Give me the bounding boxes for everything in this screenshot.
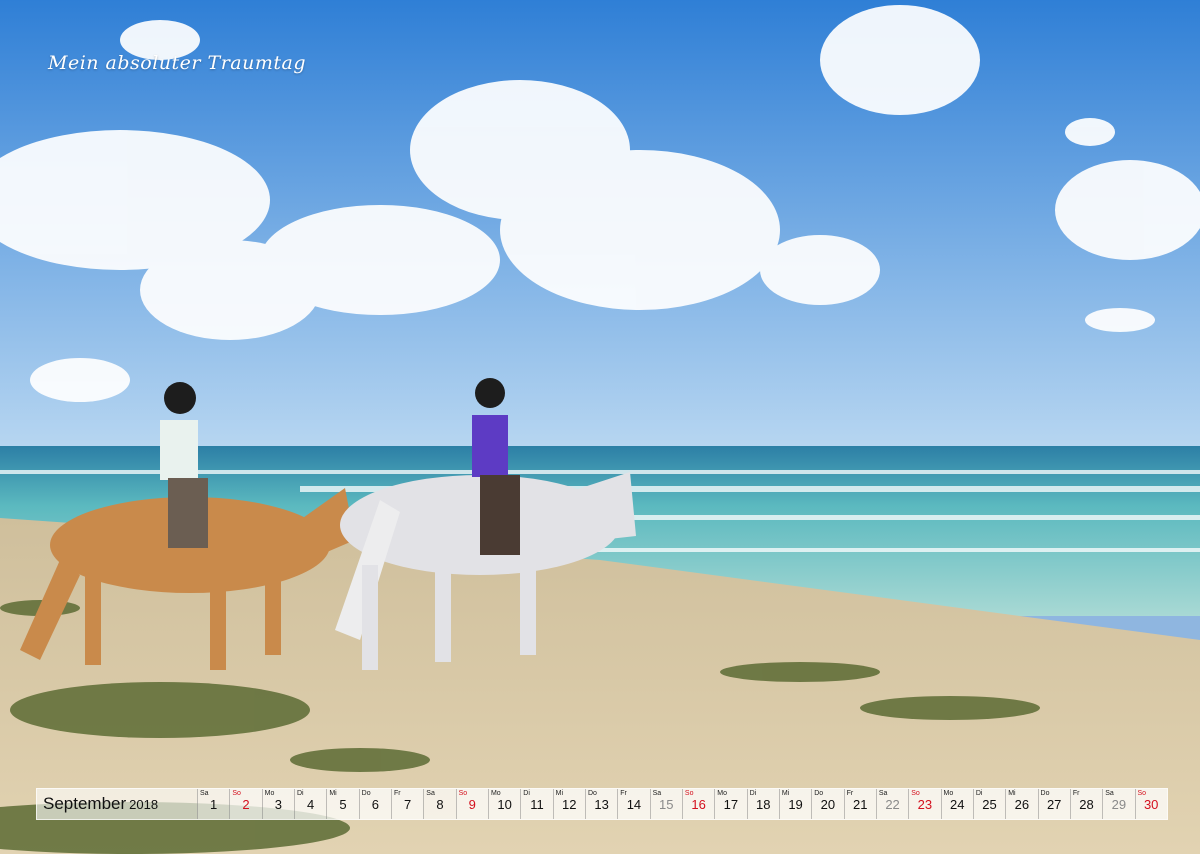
calendar-weekday: Di xyxy=(296,790,304,797)
calendar-day-number: 9 xyxy=(468,797,476,812)
calendar-day: Mi 26 xyxy=(1005,789,1038,819)
calendar-weekday: Sa xyxy=(426,790,435,797)
calendar-weekday: Sa xyxy=(878,790,888,797)
calendar-title: September 2018 xyxy=(37,789,197,819)
calendar-day: Mo 17 xyxy=(714,789,747,819)
calendar-day: So 30 xyxy=(1134,789,1167,819)
calendar-weekday: So xyxy=(232,790,241,797)
calendar-year: 2018 xyxy=(129,796,159,812)
calendar-day-number: 22 xyxy=(885,797,900,812)
calendar-day-number: 10 xyxy=(497,797,512,812)
calendar-day-number: 23 xyxy=(917,797,933,812)
calendar-weekday: Mi xyxy=(781,790,790,797)
calendar-day: Fr 21 xyxy=(843,789,876,819)
calendar-day: Do 27 xyxy=(1037,789,1070,819)
calendar-weekday: So xyxy=(911,790,920,797)
calendar-day-number: 5 xyxy=(339,797,347,812)
calendar-day-number: 4 xyxy=(307,797,315,812)
calendar-day-number: 20 xyxy=(820,797,836,812)
calendar-weekday: So xyxy=(1137,790,1147,797)
calendar-day-number: 14 xyxy=(626,797,642,812)
calendar-weekday: Mi xyxy=(1008,790,1016,797)
calendar-weekday: Mi xyxy=(555,790,563,797)
calendar-day: Do 13 xyxy=(584,789,618,819)
calendar-day-number: 18 xyxy=(756,797,771,812)
month-calendar-strip: September 2018 Sa 1 So 2 Mo 3 Di 4 Mi 5 Do 6 Fr 7 Sa 8 S… xyxy=(36,788,1168,820)
calendar-day-number: 30 xyxy=(1143,797,1159,812)
photo-caption: Mein absoluter Traumtag xyxy=(48,52,307,74)
calendar-day-number: 21 xyxy=(852,797,868,812)
calendar-day: Do 20 xyxy=(811,789,844,819)
calendar-days: Sa 1 So 2 Mo 3 Di 4 Mi 5 Do 6 Fr 7 Sa 8 So 9 Mo 10 Di 11 Mi 12 D… xyxy=(197,789,1167,819)
calendar-day-number: 24 xyxy=(949,797,965,812)
calendar-weekday: Mo xyxy=(943,790,954,797)
calendar-day-number: 26 xyxy=(1014,797,1030,812)
calendar-weekday: Mo xyxy=(264,790,275,797)
calendar-weekday: Di xyxy=(749,790,757,797)
calendar-day-number: 13 xyxy=(594,797,609,812)
calendar-day: Fr 14 xyxy=(617,789,650,819)
calendar-weekday: Mi xyxy=(329,790,337,797)
calendar-day-number: 28 xyxy=(1079,797,1094,812)
calendar-day: Sa 22 xyxy=(875,789,909,819)
calendar-weekday: Di xyxy=(523,790,530,797)
calendar-day: Fr 7 xyxy=(390,789,424,819)
calendar-day-number: 11 xyxy=(530,797,544,812)
calendar-weekday: Di xyxy=(975,790,983,797)
calendar-day-number: 6 xyxy=(371,797,379,812)
calendar-day: Mo 3 xyxy=(261,789,294,819)
calendar-weekday: Fr xyxy=(846,790,854,797)
calendar-weekday: So xyxy=(684,790,694,797)
calendar-weekday: Mo xyxy=(490,790,501,797)
calendar-day: Mo 10 xyxy=(487,789,521,819)
calendar-day: Mi 5 xyxy=(326,789,359,819)
calendar-day: Do 6 xyxy=(358,789,391,819)
calendar-day-number: 1 xyxy=(210,797,218,812)
calendar-weekday: Mo xyxy=(717,790,727,797)
calendar-day-number: 29 xyxy=(1111,797,1127,812)
calendar-day-number: 3 xyxy=(274,797,282,812)
calendar-day-number: 16 xyxy=(691,797,706,812)
calendar-weekday: Fr xyxy=(1072,790,1080,797)
calendar-weekday: Fr xyxy=(620,790,627,797)
calendar-day: So 2 xyxy=(229,789,262,819)
calendar-weekday: Sa xyxy=(652,790,662,797)
calendar-day-number: 8 xyxy=(436,797,444,812)
calendar-month: September xyxy=(43,794,127,813)
calendar-day: So 23 xyxy=(908,789,941,819)
calendar-day: Mo 24 xyxy=(940,789,973,819)
calendar-day-number: 2 xyxy=(242,797,250,812)
calendar-day: Sa 8 xyxy=(423,789,456,819)
calendar-day-number: 25 xyxy=(982,797,997,812)
calendar-weekday: Do xyxy=(361,790,371,797)
calendar-weekday: Do xyxy=(814,790,824,797)
calendar-day-number: 17 xyxy=(723,797,739,812)
calendar-weekday: Sa xyxy=(200,790,209,797)
beach-photo xyxy=(0,0,1200,854)
calendar-day: Fr 28 xyxy=(1069,789,1103,819)
calendar-day: Di 18 xyxy=(746,789,779,819)
calendar-weekday: Do xyxy=(1040,790,1050,797)
calendar-day: Mi 19 xyxy=(778,789,812,819)
calendar-day-number: 12 xyxy=(562,797,577,812)
calendar-day: So 9 xyxy=(455,789,488,819)
calendar-day-number: 15 xyxy=(659,797,674,812)
calendar-day: Sa 1 xyxy=(197,789,230,819)
calendar-day-number: 27 xyxy=(1046,797,1062,812)
calendar-day: Sa 29 xyxy=(1102,789,1135,819)
calendar-day: Sa 15 xyxy=(649,789,682,819)
calendar-weekday: Fr xyxy=(393,790,401,797)
calendar-weekday: So xyxy=(458,790,468,797)
calendar-day: Di 25 xyxy=(972,789,1006,819)
calendar-day: Di 4 xyxy=(293,789,327,819)
calendar-weekday: Do xyxy=(587,790,597,797)
calendar-day-number: 7 xyxy=(404,797,412,812)
calendar-day: Mi 12 xyxy=(552,789,585,819)
calendar-weekday: Sa xyxy=(1105,790,1114,797)
calendar-day-number: 19 xyxy=(788,797,803,812)
calendar-day: So 16 xyxy=(681,789,715,819)
calendar-day: Di 11 xyxy=(520,789,553,819)
